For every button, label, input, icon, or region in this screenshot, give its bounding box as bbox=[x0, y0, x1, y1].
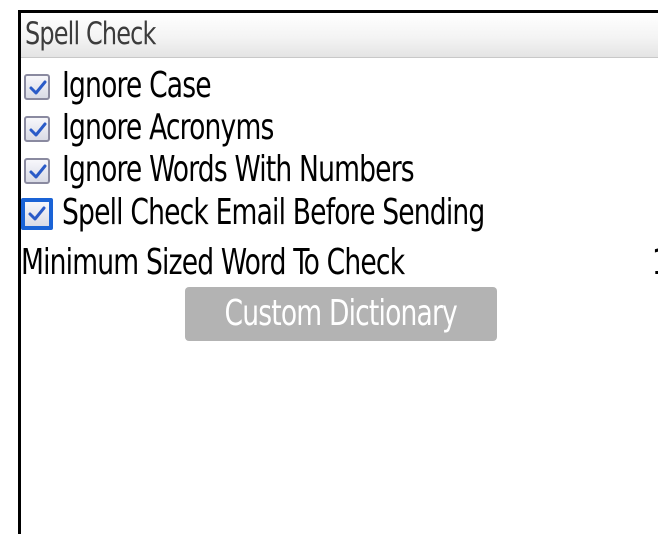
option-label: Spell Check Email Before Sending bbox=[62, 192, 485, 233]
minimum-word-size-label: Minimum Sized Word To Check bbox=[21, 242, 405, 283]
checkbox-checked-icon[interactable] bbox=[24, 158, 50, 184]
custom-dictionary-label: Custom Dictionary bbox=[224, 293, 458, 334]
minimum-word-size-value[interactable]: 1 bbox=[652, 243, 658, 283]
page-title: Spell Check bbox=[25, 16, 156, 52]
option-label: Ignore Acronyms bbox=[62, 107, 274, 148]
option-ignore-case[interactable]: Ignore Case bbox=[21, 66, 658, 106]
option-ignore-words-with-numbers[interactable]: Ignore Words With Numbers bbox=[21, 150, 658, 190]
option-ignore-acronyms[interactable]: Ignore Acronyms bbox=[21, 108, 658, 148]
spell-check-screen: Spell Check Ignore Case Ignore Acronyms … bbox=[0, 0, 658, 534]
minimum-word-size-field[interactable]: Minimum Sized Word To Check 1 bbox=[21, 243, 658, 283]
option-label: Ignore Case bbox=[62, 65, 212, 106]
frame-top-border bbox=[18, 0, 658, 13]
frame-left-border bbox=[0, 0, 21, 534]
title-bar: Spell Check bbox=[21, 13, 658, 58]
checkbox-checked-icon[interactable] bbox=[24, 116, 50, 142]
checkbox-checked-icon[interactable] bbox=[24, 74, 50, 100]
option-spell-check-email-before-sending[interactable]: Spell Check Email Before Sending bbox=[21, 193, 658, 233]
checkbox-checked-icon[interactable] bbox=[21, 198, 53, 230]
custom-dictionary-button[interactable]: Custom Dictionary bbox=[185, 287, 497, 341]
option-label: Ignore Words With Numbers bbox=[62, 149, 415, 190]
